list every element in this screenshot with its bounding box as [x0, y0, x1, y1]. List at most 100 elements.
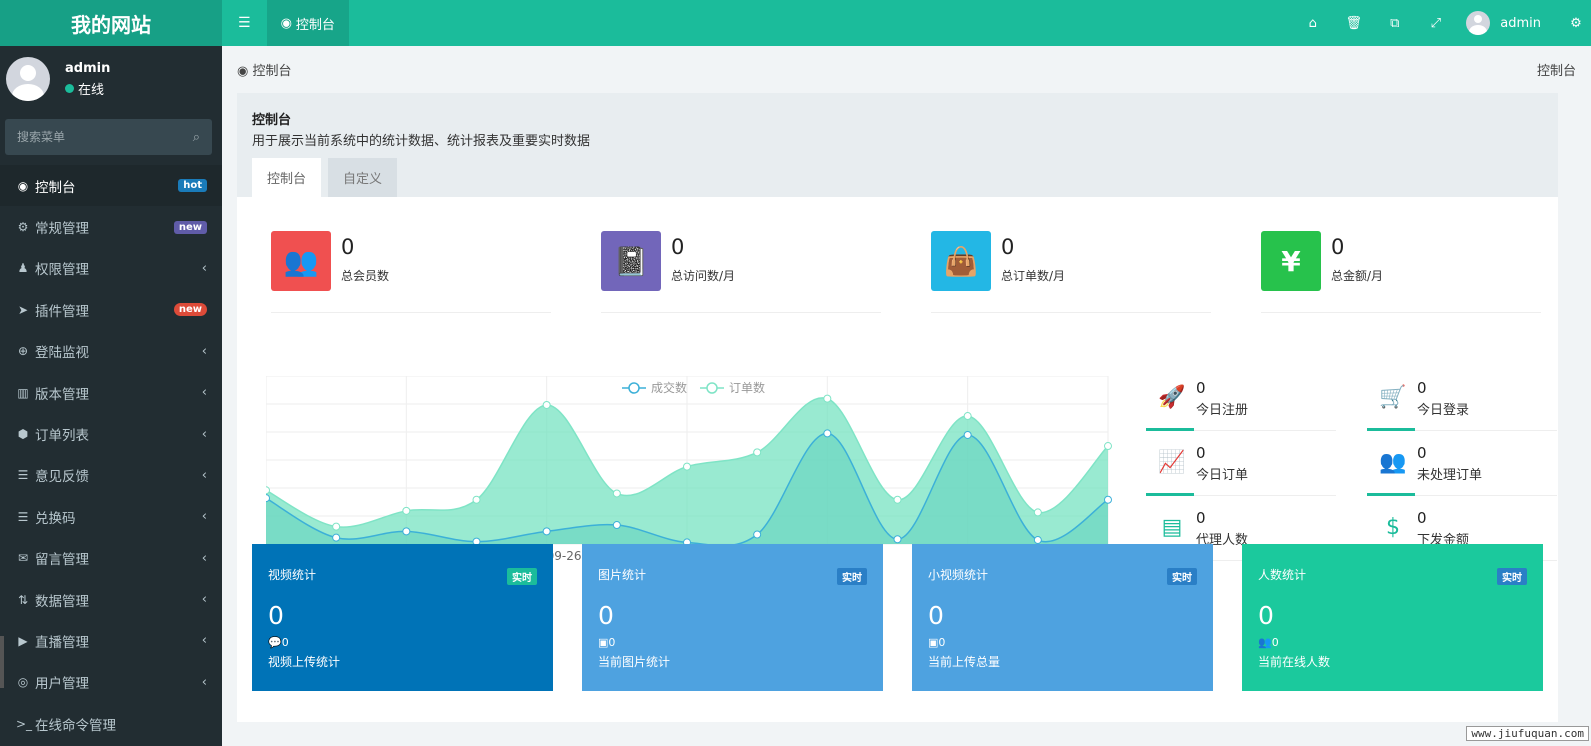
- menu-search-input[interactable]: [17, 130, 167, 144]
- cogs-icon: ⚙: [17, 220, 29, 235]
- sort-icon: ⇅: [17, 592, 29, 607]
- data-point: [612, 521, 621, 530]
- settings-gear-icon[interactable]: ⚙: [1561, 16, 1591, 31]
- tab-dashboard[interactable]: ◉ 控制台: [266, 0, 349, 46]
- sidebar-item-10[interactable]: ⇅ 数据管理 ‹: [0, 579, 222, 620]
- data-point: [753, 530, 762, 539]
- header-user-menu[interactable]: admin: [1466, 11, 1541, 35]
- data-point: [402, 506, 411, 515]
- sidebar-item-3[interactable]: ➤ 插件管理 new: [0, 289, 222, 330]
- breadcrumb-left[interactable]: ◉ 控制台: [237, 60, 292, 79]
- user-status: 在线: [65, 79, 110, 98]
- sidebar-item-label: 订单列表: [35, 428, 89, 445]
- card-description: 当前上传总量: [928, 655, 1001, 669]
- data-point: [612, 489, 621, 498]
- sidebar-item-5[interactable]: ▥ 版本管理 ‹: [0, 372, 222, 413]
- sidebar-item-label: 留言管理: [35, 552, 89, 569]
- trash-icon[interactable]: 🗑: [1333, 16, 1374, 31]
- stat-value: 0: [1001, 235, 1015, 259]
- mini-stat: 🚀 0 今日注册: [1146, 379, 1336, 431]
- sidebar-menu: ◉ 控制台 hot ⚙ 常规管理 new ♟ 权限管理 ‹ ➤ 插件管理 new ⊕ 登陆监视 ‹ ▥ 版本管理…: [0, 165, 222, 744]
- card-value: 0: [1258, 601, 1274, 630]
- menu-search-box: ⌕: [5, 119, 212, 155]
- data-point: [823, 429, 832, 438]
- picture-icon: ▣: [928, 636, 939, 649]
- sidebar: 我的网站 admin 在线 ⌕ ◉ 控制台 hot ⚙ 常规管理 new ♟ 权限管理 ‹ ➤ 插件…: [0, 0, 222, 746]
- watermark: www.jiufuquan.com: [1466, 726, 1589, 741]
- main-content: ◉ 控制台 控制台 控制台 用于展示当前系统中的统计数据、统计报表及重要实时数据…: [222, 46, 1591, 746]
- users-icon: 👥: [1258, 636, 1272, 649]
- chevron-left-icon: ‹: [201, 426, 207, 442]
- sidebar-badge: new: [173, 303, 207, 317]
- mini-stat-label: 今日注册: [1196, 403, 1249, 418]
- mini-stat-value: 0: [1196, 509, 1206, 527]
- group-icon: ♟: [17, 261, 29, 276]
- sidebar-item-9[interactable]: ✉ 留言管理 ‹: [0, 538, 222, 579]
- card-title: 图片统计: [598, 568, 647, 582]
- shopping-bag-icon: 👜: [931, 231, 991, 291]
- terminal-icon: >_: [16, 716, 33, 731]
- translate-icon[interactable]: ⧉: [1374, 16, 1415, 31]
- search-icon[interactable]: ⌕: [193, 130, 200, 145]
- mini-stat-value: 0: [1417, 379, 1427, 397]
- line-chart-icon: 📈: [1158, 450, 1186, 475]
- sidebar-badge: hot: [178, 179, 207, 193]
- card-sub: 💬0: [268, 636, 537, 649]
- comment-icon: 💬: [268, 636, 282, 649]
- sidebar-item-12[interactable]: ◎ 用户管理 ‹: [0, 662, 222, 703]
- yen-icon: ¥: [1261, 231, 1321, 291]
- sidebar-item-label: 常规管理: [35, 221, 89, 238]
- sidebar-toggle-button[interactable]: ☰: [222, 0, 267, 46]
- avatar: [6, 57, 50, 101]
- tab-console[interactable]: 控制台: [252, 158, 322, 197]
- card-sub: ▣0: [598, 636, 867, 649]
- site-logo[interactable]: 我的网站: [0, 0, 222, 46]
- sidebar-badge: new: [173, 220, 207, 234]
- data-point: [893, 495, 902, 504]
- trend-chart: 09-222020-09-242020-09-262020-09-288:00:…: [262, 375, 1118, 566]
- sidebar-item-11[interactable]: ▶ 直播管理 ‹: [0, 620, 222, 661]
- panel-title: 控制台: [252, 113, 292, 128]
- sidebar-item-1[interactable]: ⚙ 常规管理 new: [0, 206, 222, 247]
- sidebar-scroll-handle[interactable]: [0, 636, 4, 688]
- sidebar-item-label: 登陆监视: [35, 345, 89, 362]
- sidebar-item-6[interactable]: ⬢ 订单列表 ‹: [0, 413, 222, 454]
- mini-stat-value: 0: [1417, 509, 1427, 527]
- sidebar-item-8[interactable]: ☰ 兑换码 ‹: [0, 496, 222, 537]
- fullscreen-icon[interactable]: ⤢: [1415, 16, 1456, 31]
- mini-stat-label: 未处理订单: [1417, 468, 1483, 483]
- sidebar-item-4[interactable]: ⊕ 登陆监视 ‹: [0, 331, 222, 372]
- user-circle-icon: ◎: [17, 675, 29, 690]
- sidebar-item-label: 版本管理: [35, 386, 89, 403]
- data-point: [542, 527, 551, 536]
- online-dot-icon: [65, 83, 74, 93]
- mini-stat-label: 今日订单: [1196, 468, 1249, 483]
- stat-value: 0: [1331, 235, 1345, 259]
- sidebar-item-label: 兑换码: [35, 510, 76, 527]
- data-point: [402, 527, 411, 536]
- stat-card: 人数统计 实时 0 👥0 当前在线人数: [1242, 544, 1543, 691]
- tab-custom[interactable]: 自定义: [328, 158, 398, 197]
- barcode-icon: ▥: [17, 385, 29, 400]
- data-point: [262, 486, 270, 495]
- mini-stat: 👥 0 未处理订单: [1367, 444, 1557, 496]
- list-icon: ☰: [17, 509, 29, 524]
- sidebar-item-0[interactable]: ◉ 控制台 hot: [0, 165, 222, 207]
- dashboard-icon: ◉: [237, 64, 253, 79]
- stat-box: 👜 0 总订单数/月: [931, 231, 1211, 313]
- realtime-badge: 实时: [507, 568, 537, 585]
- book-icon: 📓: [601, 231, 661, 291]
- legend-label: 订单数: [729, 380, 765, 395]
- sidebar-item-13[interactable]: >_ 在线命令管理: [0, 703, 222, 744]
- user-status-text: 在线: [78, 82, 105, 98]
- sidebar-item-7[interactable]: ☰ 意见反馈 ‹: [0, 455, 222, 496]
- chevron-left-icon: ‹: [201, 509, 207, 525]
- card-sub-value: 0: [608, 636, 616, 649]
- stat-box: 👥 0 总会员数: [271, 231, 551, 313]
- realtime-badge: 实时: [1167, 568, 1197, 585]
- home-icon[interactable]: ⌂: [1292, 16, 1333, 31]
- legend-marker: [706, 382, 718, 394]
- video-icon: ▶: [18, 633, 28, 648]
- sidebar-item-2[interactable]: ♟ 权限管理 ‹: [0, 248, 222, 289]
- data-point: [753, 448, 762, 457]
